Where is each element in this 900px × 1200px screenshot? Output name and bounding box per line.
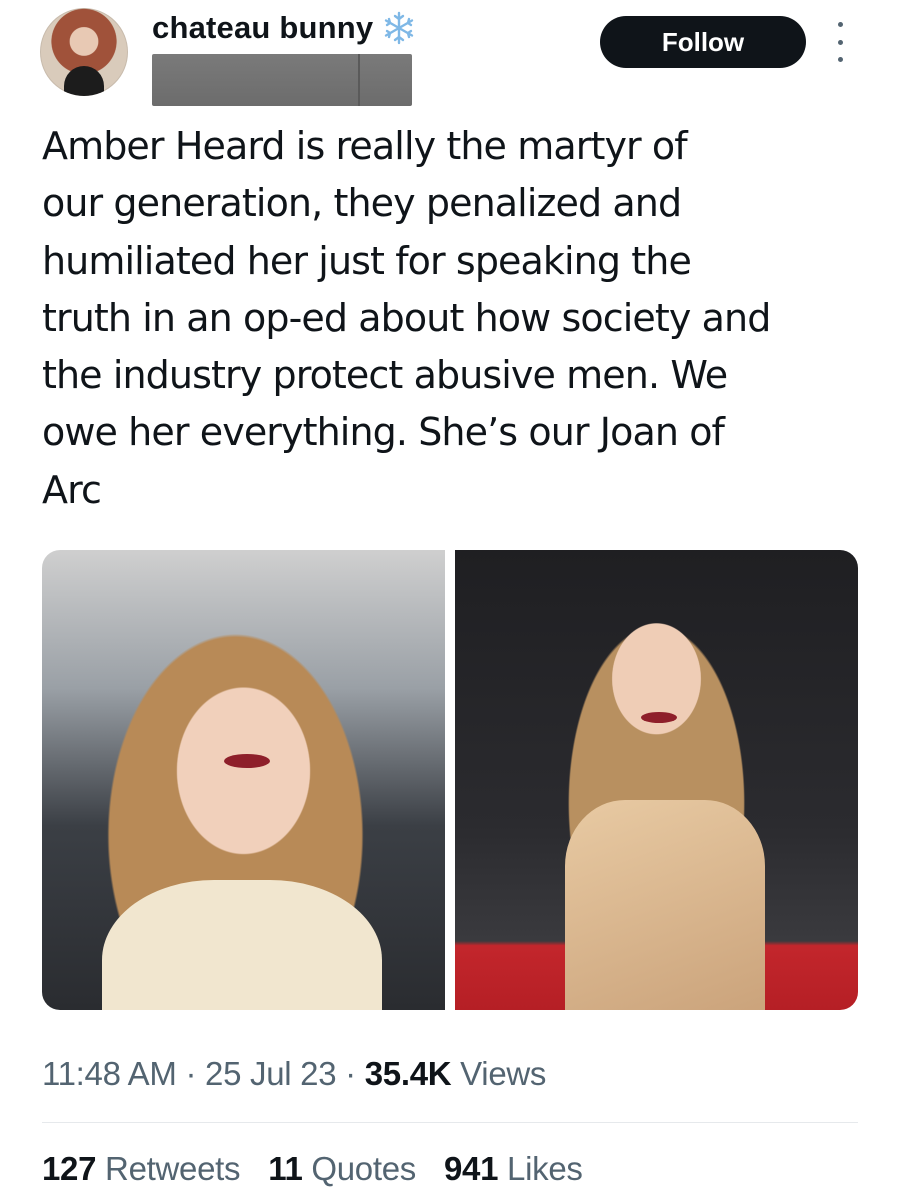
- tweet-date[interactable]: 25 Jul 23: [205, 1055, 337, 1092]
- views-count: 35.4K: [364, 1055, 452, 1092]
- author-display-name[interactable]: chateau bunny: [152, 10, 373, 46]
- divider: [42, 1122, 858, 1123]
- dress-shape: [102, 880, 382, 1010]
- media-grid: [42, 550, 858, 1010]
- quotes-count: 11: [268, 1150, 303, 1187]
- photo-left[interactable]: [42, 550, 445, 1010]
- photo-right[interactable]: [455, 550, 858, 1010]
- engagement-stats: 127 Retweets 11 Quotes 941 Likes: [42, 1150, 583, 1188]
- quotes-label: Quotes: [311, 1150, 416, 1187]
- views-label: Views: [460, 1055, 547, 1092]
- likes-stat[interactable]: 941 Likes: [444, 1150, 583, 1188]
- tweet-time[interactable]: 11:48 AM: [42, 1055, 177, 1092]
- author-name-row[interactable]: chateau bunny: [152, 10, 417, 46]
- tweet-text: Amber Heard is really the martyr of our …: [42, 124, 771, 512]
- meta-separator: ·: [185, 1055, 197, 1092]
- retweets-stat[interactable]: 127 Retweets: [42, 1150, 241, 1188]
- tweet-timestamp: 11:48 AM · 25 Jul 23 · 35.4K Views: [42, 1055, 546, 1093]
- snowflake-icon: [385, 11, 414, 45]
- face-detail: [224, 754, 270, 768]
- likes-count: 941: [444, 1150, 499, 1187]
- more-options-icon[interactable]: [830, 22, 850, 62]
- follow-button[interactable]: Follow: [600, 16, 806, 68]
- likes-label: Likes: [507, 1150, 583, 1187]
- face-detail: [641, 712, 677, 723]
- redacted-handle: [152, 54, 412, 106]
- quotes-stat[interactable]: 11 Quotes: [268, 1150, 416, 1188]
- dress-shape: [565, 800, 765, 1010]
- retweets-label: Retweets: [105, 1150, 241, 1187]
- retweets-count: 127: [42, 1150, 97, 1187]
- avatar-figure: [64, 66, 104, 96]
- author-avatar[interactable]: [40, 8, 128, 96]
- meta-separator: ·: [345, 1055, 356, 1092]
